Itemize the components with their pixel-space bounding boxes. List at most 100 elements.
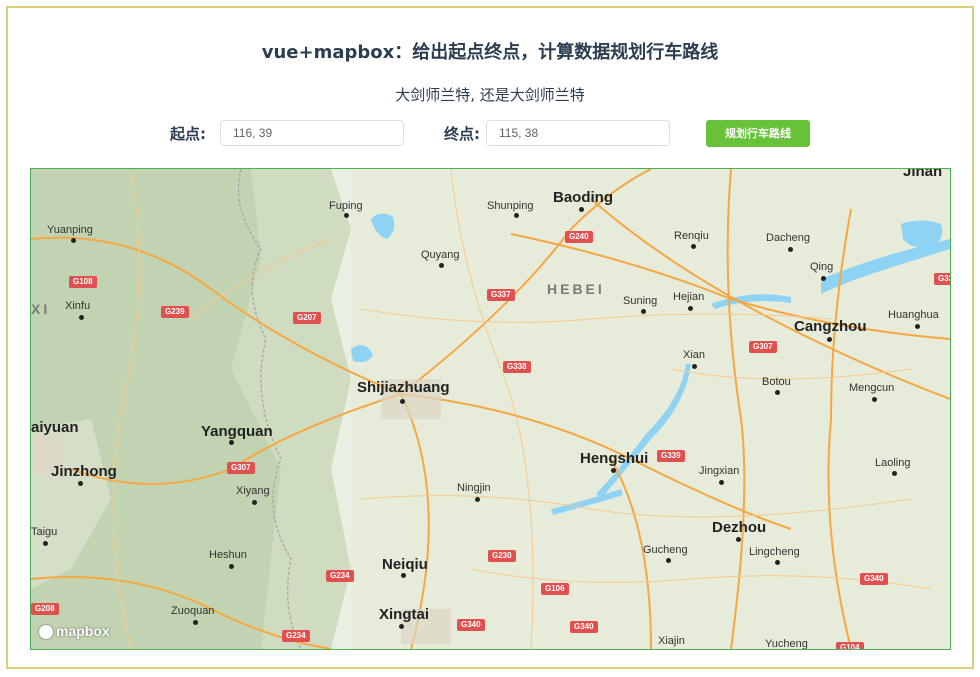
city-label: Dezhou bbox=[712, 519, 767, 536]
city-dot bbox=[775, 560, 780, 565]
city-label: Laoling bbox=[875, 457, 911, 469]
region-label-hebei: HEBEI bbox=[547, 281, 605, 297]
city-label: Xingtai bbox=[379, 606, 430, 623]
highway-shield: G234 bbox=[326, 570, 354, 582]
city-dot bbox=[79, 315, 84, 320]
city-label: Yuanping bbox=[47, 224, 93, 236]
city-label: Xinfu bbox=[65, 300, 91, 312]
city-dot bbox=[641, 309, 646, 314]
city-label: Hengshui bbox=[580, 450, 649, 467]
city-label: Renqiu bbox=[674, 230, 709, 242]
map-background bbox=[31, 169, 950, 649]
city-label: Dacheng bbox=[766, 232, 811, 244]
highway-shield: G208 bbox=[31, 603, 59, 615]
highway-shield: G340 bbox=[860, 573, 888, 585]
city-label: Baoding bbox=[553, 189, 613, 206]
city-dot bbox=[892, 471, 897, 476]
highway-shield: G338 bbox=[503, 361, 531, 373]
highway-shield: G230 bbox=[488, 550, 516, 562]
city-dot bbox=[736, 537, 741, 542]
city-dot bbox=[611, 468, 616, 473]
city-label: Gucheng bbox=[643, 544, 688, 556]
highway-shield: G106 bbox=[541, 583, 569, 595]
page-frame: vue+mapbox：给出起点终点，计算数据规划行车路线 大剑师兰特, 还是大剑… bbox=[6, 6, 974, 669]
highway-shield: G340 bbox=[570, 621, 598, 633]
city-label: Jinan bbox=[903, 168, 943, 180]
city-dot bbox=[193, 620, 198, 625]
highway-shield: G339 bbox=[657, 450, 685, 462]
plan-route-button[interactable]: 规划行车路线 bbox=[706, 120, 810, 147]
highway-shield: G340 bbox=[457, 619, 485, 631]
city-dot bbox=[579, 207, 584, 212]
city-dot bbox=[788, 247, 793, 252]
end-input[interactable] bbox=[486, 120, 670, 146]
start-input[interactable] bbox=[220, 120, 404, 146]
highway-shield: G104 bbox=[836, 642, 864, 649]
city-label: Lingcheng bbox=[749, 546, 800, 558]
mapbox-logo-text: mapbox bbox=[56, 623, 110, 639]
city-dot bbox=[344, 213, 349, 218]
highway-shield: G307 bbox=[749, 341, 777, 353]
city-label: Jinzhong bbox=[51, 463, 117, 480]
city-label: Mengcun bbox=[849, 382, 895, 394]
city-label: Cangzhou bbox=[794, 318, 867, 335]
highway-shield: G337 bbox=[487, 289, 515, 301]
city-dot bbox=[691, 244, 696, 249]
end-label: 终点: bbox=[444, 125, 480, 143]
city-dot bbox=[401, 573, 406, 578]
city-label: Zuoquan bbox=[171, 605, 215, 617]
city-dot bbox=[821, 276, 826, 281]
city-label: aiyuan bbox=[31, 419, 79, 436]
page-title: vue+mapbox：给出起点终点，计算数据规划行车路线 bbox=[261, 42, 719, 63]
city-label: Fuping bbox=[329, 200, 363, 212]
city-dot bbox=[252, 500, 257, 505]
city-dot bbox=[229, 564, 234, 569]
mapbox-logo[interactable]: mapbox bbox=[39, 623, 110, 640]
city-label: Heshun bbox=[209, 549, 247, 561]
city-label: Shijiazhuang bbox=[357, 379, 450, 396]
city-label: Quyang bbox=[421, 249, 460, 261]
city-dot bbox=[229, 440, 234, 445]
city-dot bbox=[399, 624, 404, 629]
city-label: Ningjin bbox=[457, 482, 491, 494]
city-dot bbox=[872, 397, 877, 402]
city-dot bbox=[43, 541, 48, 546]
city-dot bbox=[475, 497, 480, 502]
highway-shield: G108 bbox=[69, 276, 97, 288]
city-dot bbox=[719, 480, 724, 485]
page-subtitle: 大剑师兰特, 还是大剑师兰特 bbox=[395, 86, 585, 104]
city-label: Xiajin bbox=[658, 635, 685, 647]
city-dot bbox=[78, 481, 83, 486]
highway-shield: G307 bbox=[227, 462, 255, 474]
map-canvas[interactable]: HEBEI XI Baoding Shijiazhuang Hengshui C… bbox=[30, 168, 951, 650]
city-dot bbox=[71, 238, 76, 243]
city-label: Shunping bbox=[487, 200, 534, 212]
city-label: Botou bbox=[762, 376, 791, 388]
city-dot bbox=[439, 263, 444, 268]
city-label: Yangquan bbox=[201, 423, 273, 440]
highway-shield: G207 bbox=[293, 312, 321, 324]
highway-shield: G234 bbox=[282, 630, 310, 642]
city-dot bbox=[827, 337, 832, 342]
city-label: Qing bbox=[810, 261, 834, 273]
city-dot bbox=[666, 558, 671, 563]
city-label: Yucheng bbox=[765, 638, 808, 650]
city-label: Jingxian bbox=[699, 465, 740, 477]
city-label: Suning bbox=[623, 295, 658, 307]
city-label: Neiqiu bbox=[382, 556, 428, 573]
city-label: Huanghua bbox=[888, 309, 939, 321]
start-label: 起点: bbox=[170, 125, 206, 143]
city-label: Taigu bbox=[31, 526, 58, 538]
city-dot bbox=[514, 213, 519, 218]
city-label: Hejian bbox=[673, 291, 705, 303]
region-label-left: XI bbox=[31, 301, 51, 317]
highway-shield: G33 bbox=[934, 273, 950, 285]
mapbox-icon bbox=[39, 625, 53, 640]
highway-shield: G239 bbox=[161, 306, 189, 318]
city-dot bbox=[400, 399, 405, 404]
city-dot bbox=[692, 364, 697, 369]
city-label: Xian bbox=[683, 349, 706, 361]
city-dot bbox=[775, 390, 780, 395]
city-dot bbox=[915, 324, 920, 329]
highway-shield: G240 bbox=[565, 231, 593, 243]
